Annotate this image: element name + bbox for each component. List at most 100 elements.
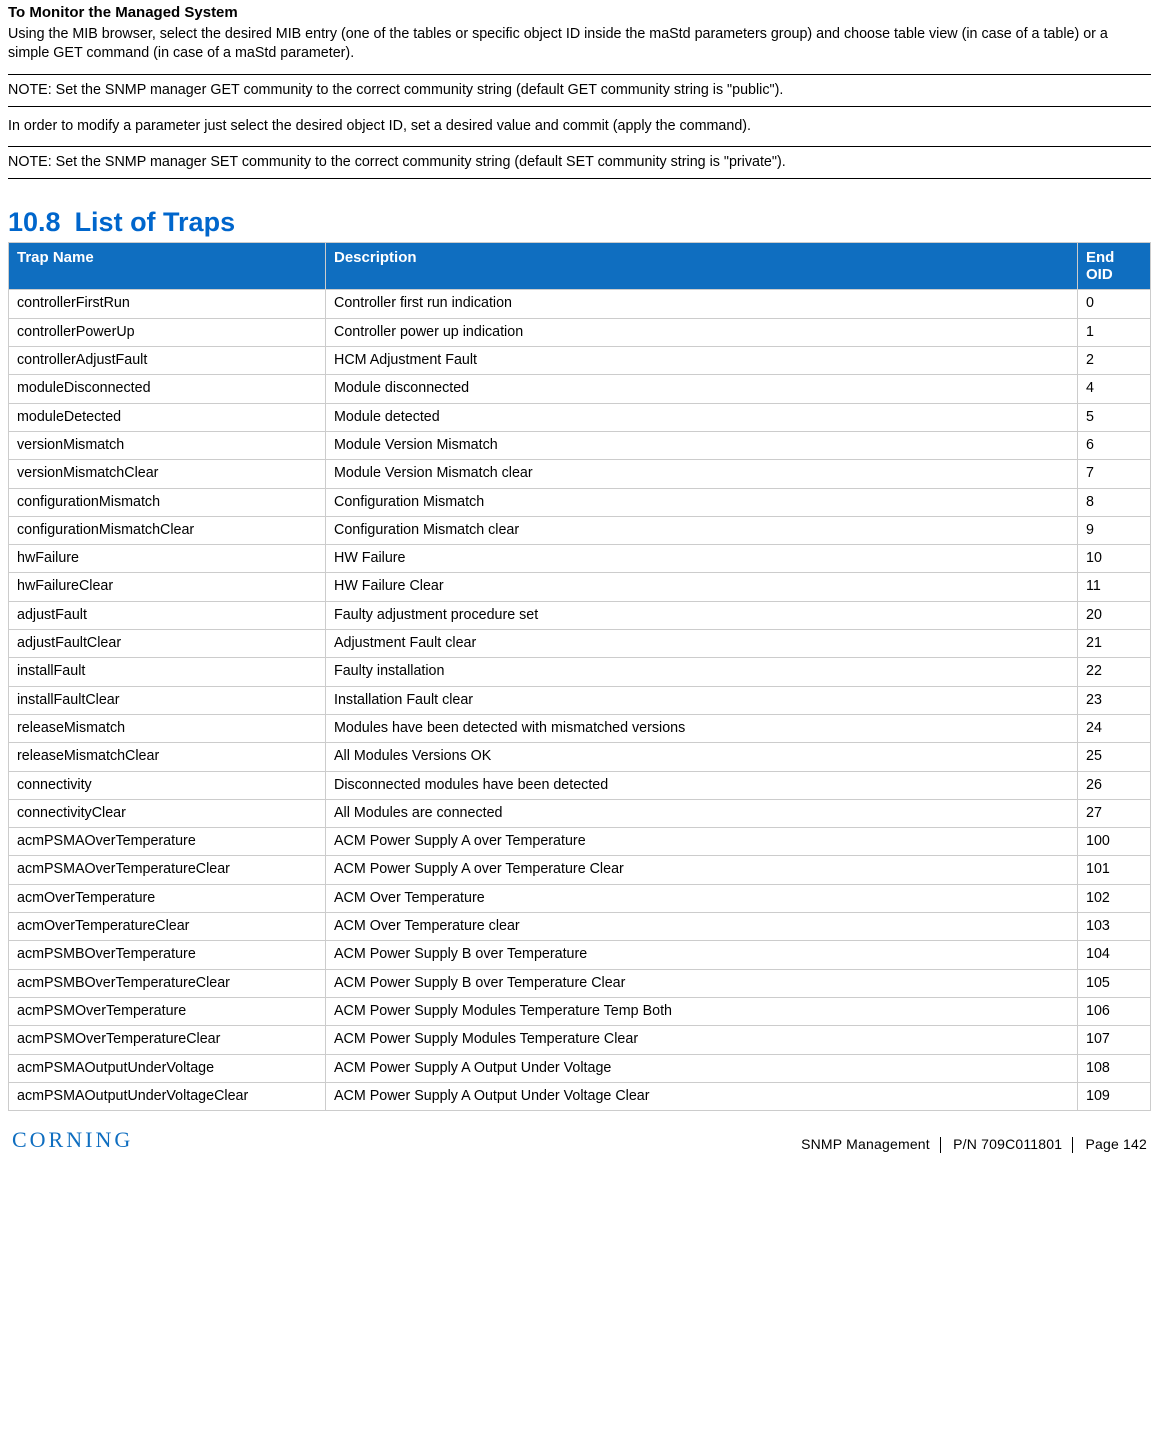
table-row: adjustFaultClearAdjustment Fault clear21 bbox=[9, 630, 1151, 658]
cell-oid: 102 bbox=[1078, 884, 1151, 912]
cell-name: versionMismatch bbox=[9, 431, 326, 459]
cell-oid: 1 bbox=[1078, 318, 1151, 346]
cell-name: releaseMismatchClear bbox=[9, 743, 326, 771]
cell-oid: 5 bbox=[1078, 403, 1151, 431]
table-row: installFaultClearInstallation Fault clea… bbox=[9, 686, 1151, 714]
cell-name: controllerPowerUp bbox=[9, 318, 326, 346]
cell-name: moduleDisconnected bbox=[9, 375, 326, 403]
section-heading: 10.8List of Traps bbox=[8, 207, 1151, 238]
cell-oid: 0 bbox=[1078, 290, 1151, 318]
cell-name: connectivity bbox=[9, 771, 326, 799]
intro-paragraph: Using the MIB browser, select the desire… bbox=[8, 25, 1151, 64]
col-description: Description bbox=[326, 243, 1078, 290]
cell-oid: 24 bbox=[1078, 714, 1151, 742]
cell-oid: 108 bbox=[1078, 1054, 1151, 1082]
table-row: hwFailureHW Failure10 bbox=[9, 545, 1151, 573]
cell-name: configurationMismatch bbox=[9, 488, 326, 516]
cell-name: controllerFirstRun bbox=[9, 290, 326, 318]
cell-desc: ACM Power Supply B over Temperature Clea… bbox=[326, 969, 1078, 997]
cell-oid: 109 bbox=[1078, 1082, 1151, 1110]
cell-desc: ACM Power Supply A Output Under Voltage … bbox=[326, 1082, 1078, 1110]
note-get: NOTE: Set the SNMP manager GET community… bbox=[8, 74, 1151, 107]
table-row: acmPSMAOverTemperatureACM Power Supply A… bbox=[9, 828, 1151, 856]
cell-desc: ACM Power Supply B over Temperature bbox=[326, 941, 1078, 969]
cell-oid: 23 bbox=[1078, 686, 1151, 714]
footer-meta: SNMP Management P/N 709C011801 Page 142 bbox=[801, 1136, 1147, 1153]
cell-name: acmPSMAOverTemperatureClear bbox=[9, 856, 326, 884]
table-row: acmOverTemperatureACM Over Temperature10… bbox=[9, 884, 1151, 912]
table-row: acmOverTemperatureClearACM Over Temperat… bbox=[9, 913, 1151, 941]
brand-logo: CORNING bbox=[12, 1127, 133, 1153]
cell-oid: 10 bbox=[1078, 545, 1151, 573]
cell-oid: 11 bbox=[1078, 573, 1151, 601]
cell-name: connectivityClear bbox=[9, 799, 326, 827]
cell-oid: 22 bbox=[1078, 658, 1151, 686]
footer-section: SNMP Management bbox=[801, 1136, 930, 1152]
page-footer: CORNING SNMP Management P/N 709C011801 P… bbox=[8, 1127, 1151, 1153]
cell-desc: Disconnected modules have been detected bbox=[326, 771, 1078, 799]
cell-oid: 103 bbox=[1078, 913, 1151, 941]
cell-desc: Controller first run indication bbox=[326, 290, 1078, 318]
table-row: acmPSMBOverTemperatureClearACM Power Sup… bbox=[9, 969, 1151, 997]
cell-name: acmPSMOverTemperature bbox=[9, 997, 326, 1025]
cell-oid: 101 bbox=[1078, 856, 1151, 884]
cell-oid: 9 bbox=[1078, 516, 1151, 544]
cell-desc: All Modules are connected bbox=[326, 799, 1078, 827]
table-row: acmPSMAOverTemperatureClearACM Power Sup… bbox=[9, 856, 1151, 884]
col-end-oid: End OID bbox=[1078, 243, 1151, 290]
section-number: 10.8 bbox=[8, 207, 61, 238]
table-row: controllerPowerUpController power up ind… bbox=[9, 318, 1151, 346]
cell-oid: 4 bbox=[1078, 375, 1151, 403]
cell-desc: ACM Power Supply Modules Temperature Tem… bbox=[326, 997, 1078, 1025]
cell-name: configurationMismatchClear bbox=[9, 516, 326, 544]
cell-name: acmOverTemperatureClear bbox=[9, 913, 326, 941]
cell-desc: HW Failure bbox=[326, 545, 1078, 573]
cell-desc: Faulty adjustment procedure set bbox=[326, 601, 1078, 629]
cell-oid: 8 bbox=[1078, 488, 1151, 516]
cell-oid: 2 bbox=[1078, 347, 1151, 375]
cell-desc: Module detected bbox=[326, 403, 1078, 431]
cell-desc: HW Failure Clear bbox=[326, 573, 1078, 601]
cell-desc: Module Version Mismatch clear bbox=[326, 460, 1078, 488]
table-row: acmPSMBOverTemperatureACM Power Supply B… bbox=[9, 941, 1151, 969]
cell-name: acmPSMBOverTemperatureClear bbox=[9, 969, 326, 997]
table-row: moduleDetectedModule detected5 bbox=[9, 403, 1151, 431]
table-row: versionMismatchClearModule Version Misma… bbox=[9, 460, 1151, 488]
table-row: controllerAdjustFaultHCM Adjustment Faul… bbox=[9, 347, 1151, 375]
cell-desc: ACM Power Supply Modules Temperature Cle… bbox=[326, 1026, 1078, 1054]
table-row: connectivityClearAll Modules are connect… bbox=[9, 799, 1151, 827]
table-row: releaseMismatchModules have been detecte… bbox=[9, 714, 1151, 742]
sub-heading: To Monitor the Managed System bbox=[8, 4, 1151, 21]
table-row: acmPSMAOutputUnderVoltageClearACM Power … bbox=[9, 1082, 1151, 1110]
cell-oid: 105 bbox=[1078, 969, 1151, 997]
cell-name: controllerAdjustFault bbox=[9, 347, 326, 375]
table-row: configurationMismatchClearConfiguration … bbox=[9, 516, 1151, 544]
cell-desc: Faulty installation bbox=[326, 658, 1078, 686]
cell-name: hwFailureClear bbox=[9, 573, 326, 601]
cell-name: versionMismatchClear bbox=[9, 460, 326, 488]
cell-oid: 104 bbox=[1078, 941, 1151, 969]
table-row: acmPSMAOutputUnderVoltageACM Power Suppl… bbox=[9, 1054, 1151, 1082]
cell-oid: 21 bbox=[1078, 630, 1151, 658]
cell-name: installFaultClear bbox=[9, 686, 326, 714]
cell-desc: Adjustment Fault clear bbox=[326, 630, 1078, 658]
cell-desc: Configuration Mismatch clear bbox=[326, 516, 1078, 544]
cell-name: acmOverTemperature bbox=[9, 884, 326, 912]
cell-desc: Controller power up indication bbox=[326, 318, 1078, 346]
table-row: acmPSMOverTemperatureACM Power Supply Mo… bbox=[9, 997, 1151, 1025]
table-row: acmPSMOverTemperatureClearACM Power Supp… bbox=[9, 1026, 1151, 1054]
table-row: releaseMismatchClearAll Modules Versions… bbox=[9, 743, 1151, 771]
col-trap-name: Trap Name bbox=[9, 243, 326, 290]
footer-pn: P/N 709C011801 bbox=[953, 1136, 1062, 1152]
cell-desc: ACM Power Supply A Output Under Voltage bbox=[326, 1054, 1078, 1082]
footer-page: Page 142 bbox=[1085, 1136, 1147, 1152]
traps-table: Trap Name Description End OID controller… bbox=[8, 242, 1151, 1111]
cell-desc: ACM Power Supply A over Temperature Clea… bbox=[326, 856, 1078, 884]
table-row: configurationMismatchConfiguration Misma… bbox=[9, 488, 1151, 516]
cell-oid: 107 bbox=[1078, 1026, 1151, 1054]
cell-oid: 100 bbox=[1078, 828, 1151, 856]
cell-desc: Modules have been detected with mismatch… bbox=[326, 714, 1078, 742]
cell-oid: 20 bbox=[1078, 601, 1151, 629]
cell-name: adjustFaultClear bbox=[9, 630, 326, 658]
cell-desc: Module Version Mismatch bbox=[326, 431, 1078, 459]
